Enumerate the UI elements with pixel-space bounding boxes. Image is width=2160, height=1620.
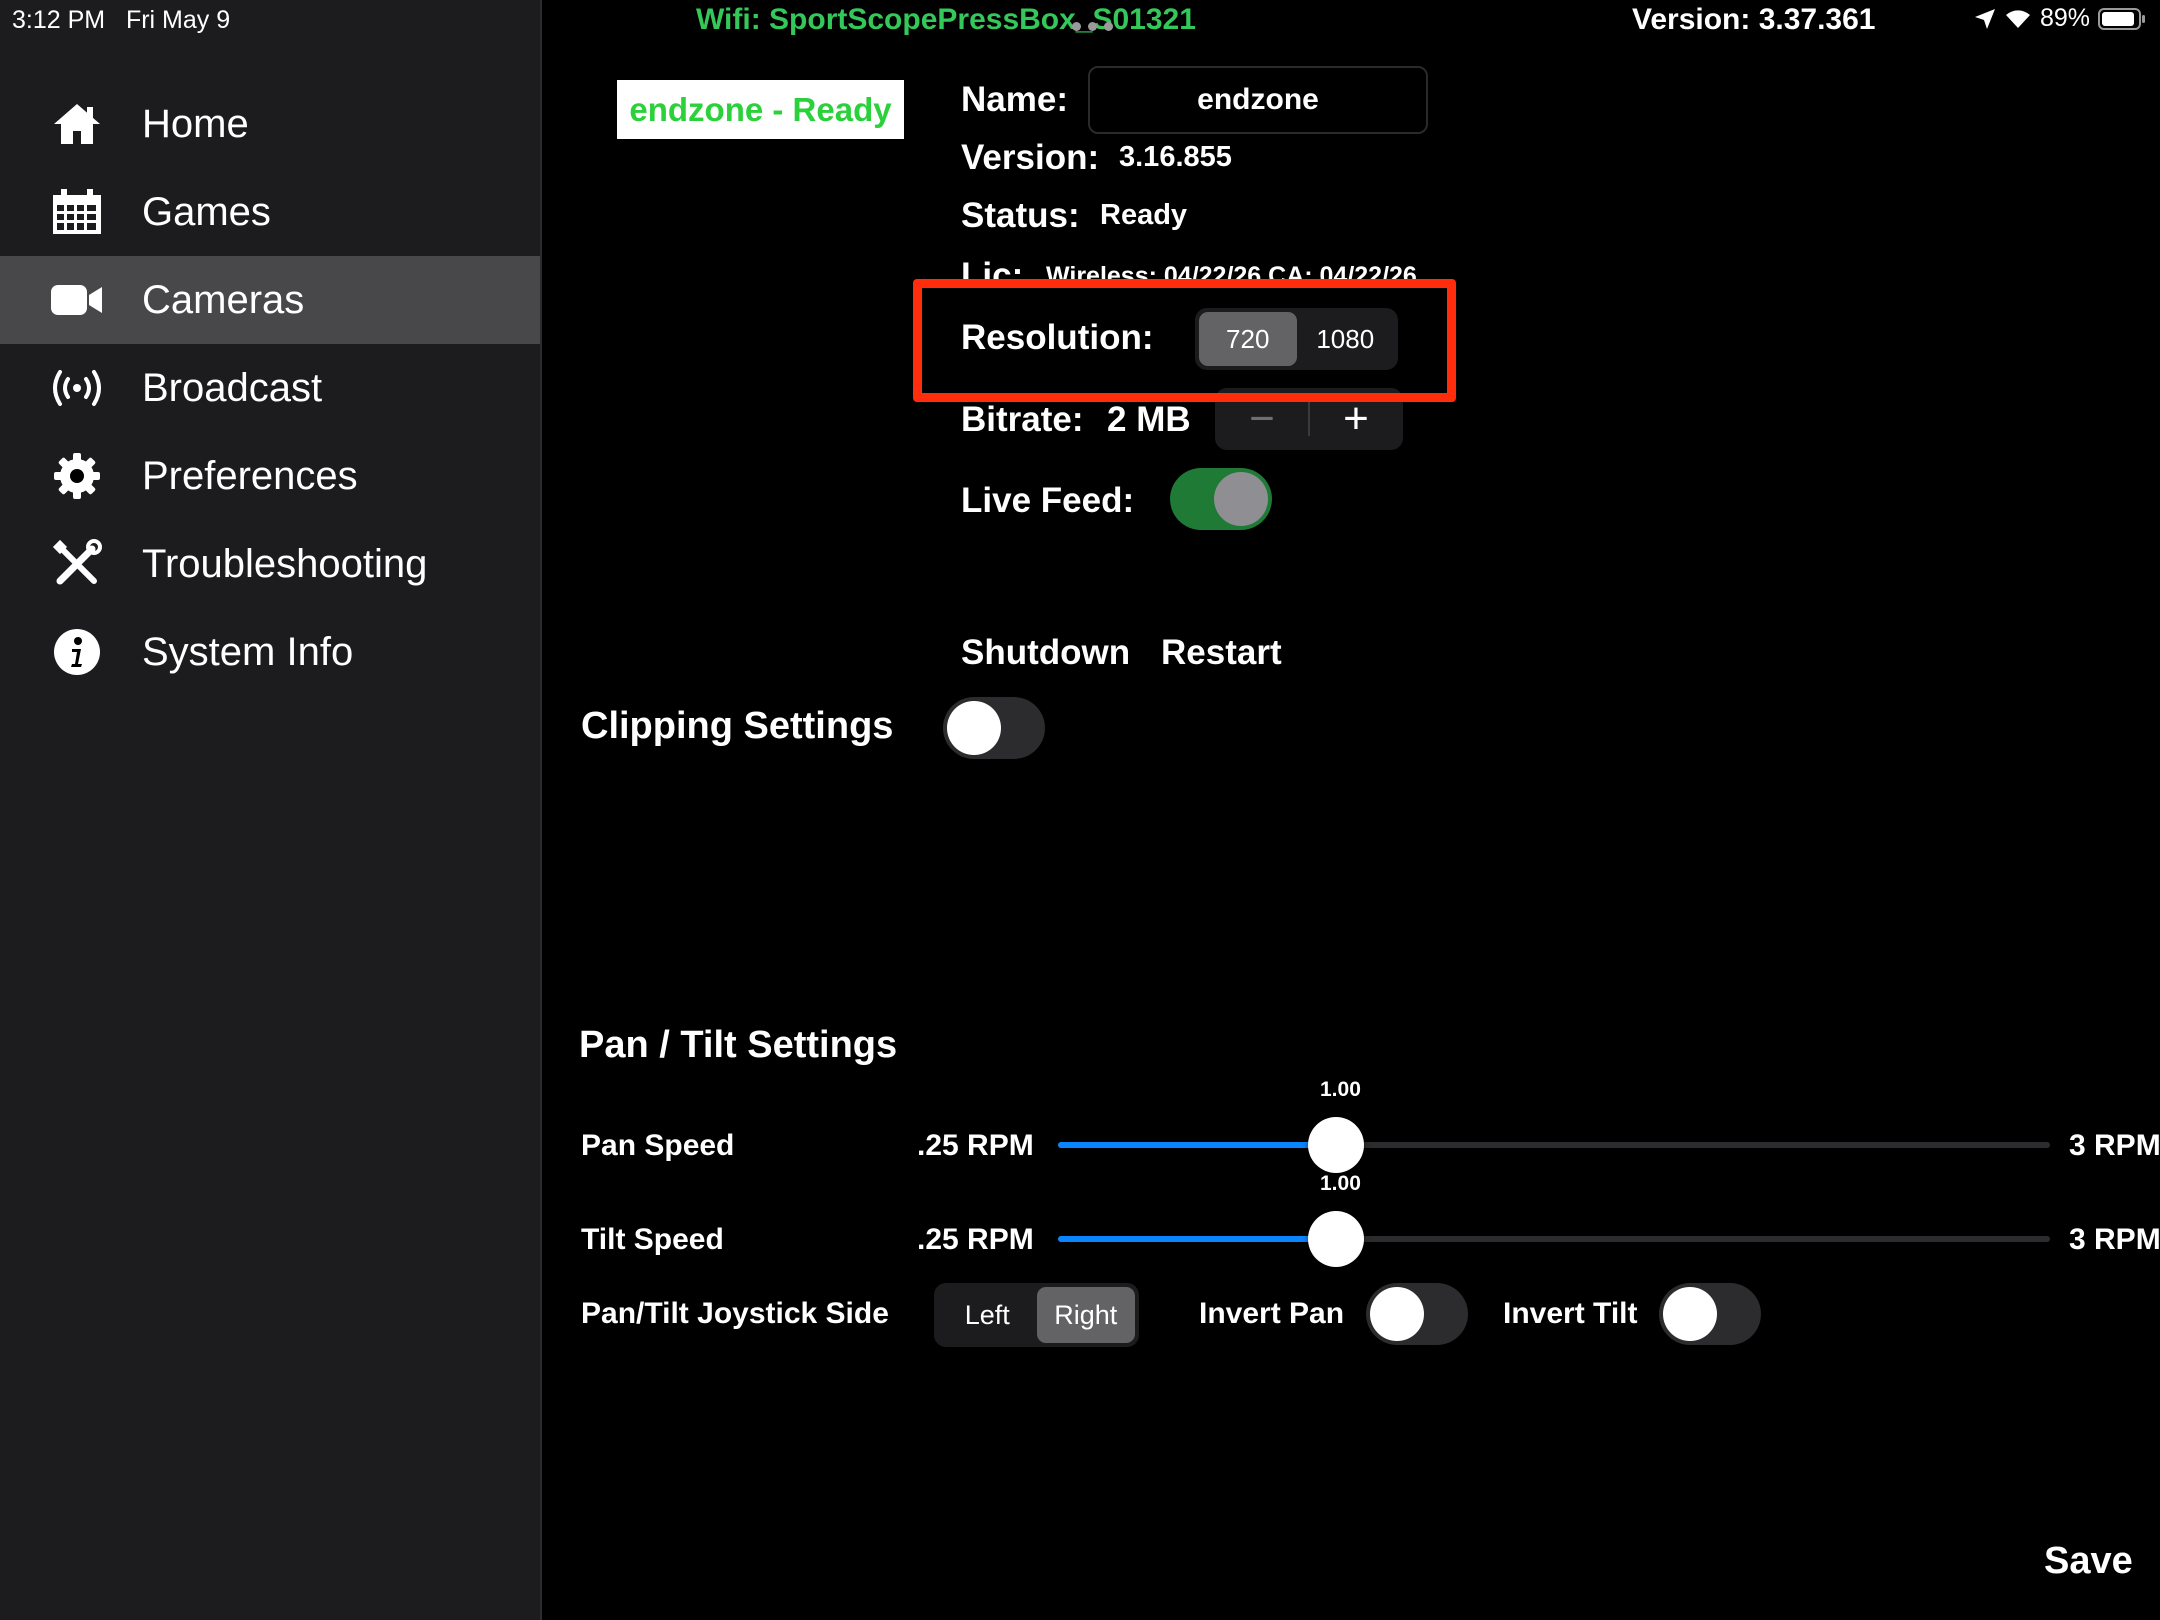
slider-thumb[interactable] — [1307, 1211, 1364, 1267]
tilt-speed-min-label: .25 RPM — [917, 1223, 1034, 1256]
toggle-knob — [947, 701, 1001, 755]
sidebar-nav: Home Games Cameras Broadcast Preferences… — [0, 80, 540, 696]
sidebar-divider — [540, 0, 542, 1620]
status-bar: 3:12 PM Fri May 9 Wifi: SportScopePressB… — [0, 0, 2160, 40]
slider-thumb[interactable] — [1307, 1117, 1364, 1173]
clipping-settings-title: Clipping Settings — [581, 705, 894, 747]
invert-tilt-label: Invert Tilt — [1503, 1297, 1638, 1330]
battery-percent: 89% — [2039, 4, 2090, 32]
toggle-knob — [1214, 472, 1268, 526]
pan-tilt-settings-title: Pan / Tilt Settings — [579, 1024, 898, 1066]
calendar-icon — [50, 186, 104, 238]
toggle-knob — [1663, 1287, 1717, 1341]
invert-pan-label: Invert Pan — [1199, 1297, 1345, 1330]
app-version-label: Version: 3.37.361 — [1632, 3, 1876, 36]
pan-speed-slider[interactable] — [1058, 1116, 2050, 1176]
pan-speed-label: Pan Speed — [581, 1129, 735, 1162]
invert-tilt-toggle[interactable] — [1659, 1283, 1761, 1345]
status-indicators: 89% — [1974, 4, 2146, 33]
sidebar-item-label: Preferences — [142, 453, 358, 498]
joystick-side-segmented-control[interactable]: Left Right — [934, 1283, 1139, 1347]
broadcast-icon — [50, 362, 104, 414]
sidebar-item-label: Games — [142, 189, 271, 234]
restart-button[interactable]: Restart — [1161, 633, 1282, 673]
pan-speed-min-label: .25 RPM — [917, 1129, 1034, 1162]
sidebar-item-label: Troubleshooting — [142, 541, 428, 586]
save-button[interactable]: Save — [2044, 1540, 2133, 1583]
joystick-option-left[interactable]: Left — [938, 1287, 1037, 1343]
sidebar-item-troubleshooting[interactable]: Troubleshooting — [0, 520, 540, 608]
slider-fill — [1058, 1236, 1336, 1242]
clipping-settings-toggle[interactable] — [943, 697, 1045, 759]
name-label: Name: — [961, 80, 1068, 119]
live-feed-toggle[interactable] — [1170, 468, 1272, 530]
status-time: 3:12 PM — [12, 6, 106, 34]
sidebar: Home Games Cameras Broadcast Preferences… — [0, 0, 540, 1620]
bitrate-value: 2 MB — [1107, 400, 1191, 439]
sidebar-item-label: Home — [142, 101, 249, 146]
wifi-network-label: Wifi: SportScopePressBox_S01321 — [696, 3, 1196, 36]
tilt-speed-label: Tilt Speed — [581, 1223, 724, 1256]
status-time-date: 3:12 PM Fri May 9 — [12, 6, 230, 35]
sidebar-item-cameras[interactable]: Cameras — [0, 256, 540, 344]
info-icon — [50, 626, 104, 678]
shutdown-button[interactable]: Shutdown — [961, 633, 1130, 673]
video-camera-icon — [50, 274, 104, 326]
sidebar-item-label: Cameras — [142, 277, 305, 322]
version-value: 3.16.855 — [1119, 141, 1232, 173]
sidebar-item-preferences[interactable]: Preferences — [0, 432, 540, 520]
sidebar-item-games[interactable]: Games — [0, 168, 540, 256]
invert-pan-toggle[interactable] — [1366, 1283, 1468, 1345]
tilt-speed-slider[interactable] — [1058, 1210, 2050, 1270]
resolution-highlight-box — [913, 279, 1456, 402]
home-icon — [50, 98, 104, 150]
sidebar-item-home[interactable]: Home — [0, 80, 540, 168]
sidebar-item-broadcast[interactable]: Broadcast — [0, 344, 540, 432]
multitasking-handle[interactable] — [1072, 22, 1113, 31]
live-feed-label: Live Feed: — [961, 481, 1135, 520]
location-arrow-icon — [1974, 8, 1995, 29]
toggle-knob — [1370, 1287, 1424, 1341]
pan-speed-max-label: 3 RPM — [2069, 1129, 2160, 1162]
version-label: Version: — [961, 138, 1100, 177]
sidebar-item-label: Broadcast — [142, 365, 323, 410]
joystick-option-right[interactable]: Right — [1036, 1287, 1135, 1343]
tilt-speed-value: 1.00 — [1320, 1172, 1361, 1195]
slider-fill — [1058, 1142, 1336, 1148]
camera-name-field[interactable]: endzone — [1088, 66, 1428, 134]
bitrate-label: Bitrate: — [961, 400, 1084, 439]
sidebar-item-label: System Info — [142, 629, 354, 674]
tilt-speed-max-label: 3 RPM — [2069, 1223, 2160, 1256]
sidebar-item-system-info[interactable]: System Info — [0, 608, 540, 696]
gear-icon — [50, 450, 104, 502]
battery-icon — [2098, 7, 2145, 30]
pan-speed-value: 1.00 — [1320, 1078, 1361, 1101]
tools-icon — [50, 538, 104, 590]
joystick-side-label: Pan/Tilt Joystick Side — [581, 1297, 889, 1330]
camera-status-badge: endzone - Ready — [617, 80, 904, 139]
status-value: Ready — [1100, 199, 1188, 231]
status-date: Fri May 9 — [125, 6, 231, 34]
wifi-signal-icon — [2005, 9, 2030, 28]
status-label: Status: — [961, 196, 1080, 235]
